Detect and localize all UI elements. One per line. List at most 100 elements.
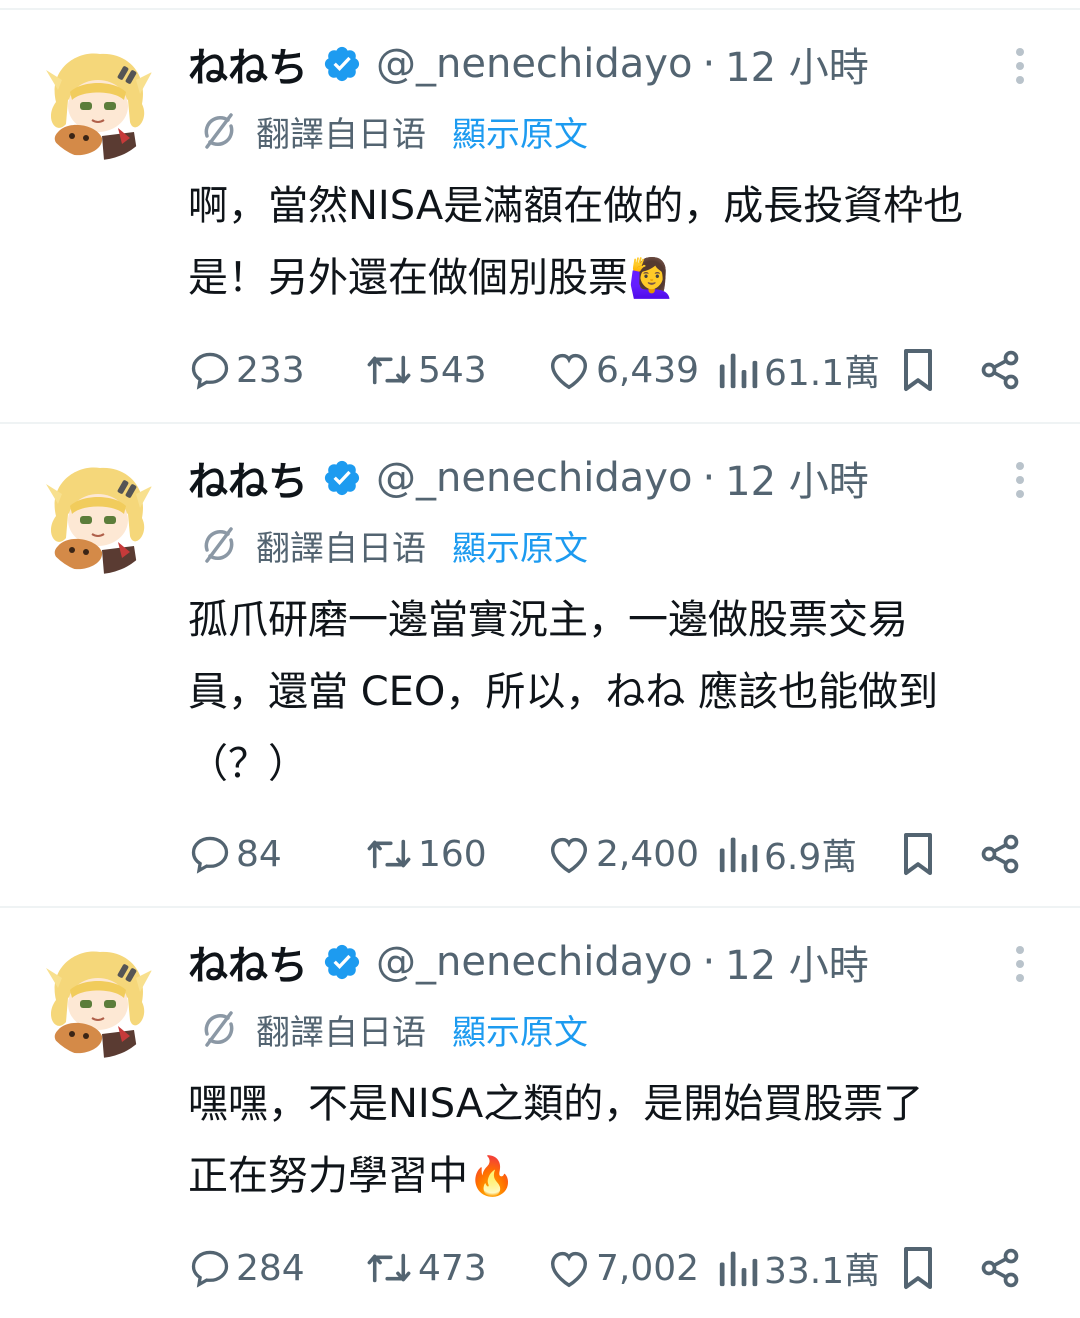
display-name[interactable]: ねねち [188,449,308,507]
tweet-text-line: 孤爪研磨一邊當實況主，一邊做股票交易 [188,597,908,643]
heart-icon [550,837,588,874]
bookmark-button[interactable] [898,340,938,400]
translated-from-label: 翻譯自日语 [256,528,426,569]
share-icon [981,1248,1019,1288]
avatar[interactable] [38,454,158,574]
tweet-text-line: （？） [188,741,308,787]
reply-icon [191,1250,229,1288]
tweet-text-line: 是！另外還在做個別股票🙋‍♀️ [188,255,676,301]
show-original-link[interactable]: 顯示原文 [452,521,588,570]
views-button[interactable]: 6.9萬 [718,824,857,884]
reply-button[interactable]: 284 [188,1238,305,1298]
like-count: 2,400 [596,833,700,875]
tweet-text: 孤爪研磨一邊當實況主，一邊做股票交易 員，還當 CEO，所以，ねね 應該也能做到 （… [188,584,1038,800]
view-count: 61.1萬 [764,353,881,394]
translate-icon [204,1011,234,1047]
tweet[interactable]: ねねち @_nenechidayo · 12 小時 翻譯自日语 顯示原文 嘿嘿，… [0,908,1080,1318]
verified-badge-icon [324,460,360,496]
tweet-text-line: 正在努力學習中🔥 [188,1153,516,1199]
tweet-header: ねねち @_nenechidayo · 12 小時 [188,450,869,506]
retweet-button[interactable]: 543 [364,340,487,400]
bookmark-button[interactable] [898,1238,938,1298]
retweet-icon [367,1253,411,1283]
retweet-count: 160 [418,833,487,875]
share-button[interactable] [978,340,1022,400]
share-button[interactable] [978,824,1022,884]
like-button[interactable]: 6,439 [546,340,699,400]
verified-badge-icon [324,46,360,82]
translated-from-label: 翻譯自日语 [256,1012,426,1053]
translation-bar: 翻譯自日语 顯示原文 [198,1004,588,1054]
retweet-icon [367,839,411,869]
views-icon [719,353,758,389]
tweet-text-line: 嘿嘿，不是NISA之類的，是開始買股票了 [188,1081,924,1127]
share-icon [981,834,1019,874]
more-vertical-icon[interactable] [1006,46,1034,86]
action-bar: 284 473 7,002 33.1萬 [0,1238,1080,1298]
action-bar: 84 160 2,400 6.9萬 [0,824,1080,884]
tweet[interactable]: ねねち @_nenechidayo · 12 小時 翻譯自日语 顯示原文 啊，當… [0,10,1080,422]
translate-icon [204,527,234,563]
tweet-header: ねねち @_nenechidayo · 12 小時 [188,934,869,990]
reply-count: 233 [236,349,305,391]
like-button[interactable]: 2,400 [546,824,699,884]
retweet-count: 543 [418,349,487,391]
heart-icon [550,353,588,390]
user-handle[interactable]: @_nenechidayo [376,939,692,985]
views-icon [719,1251,758,1287]
tweet-header: ねねち @_nenechidayo · 12 小時 [188,36,869,92]
reply-icon [191,836,229,874]
display-name[interactable]: ねねち [188,933,308,991]
translate-icon [204,113,234,149]
share-button[interactable] [978,1238,1022,1298]
view-count: 33.1萬 [764,1251,881,1292]
emoji: 🙋‍♀️ [628,256,676,300]
user-handle[interactable]: @_nenechidayo [376,455,692,501]
separator-dot: · [702,939,716,985]
retweet-button[interactable]: 160 [364,824,487,884]
show-original-link[interactable]: 顯示原文 [452,107,588,156]
timestamp[interactable]: 12 小時 [725,933,869,991]
bookmark-button[interactable] [898,824,938,884]
more-vertical-icon[interactable] [1006,944,1034,984]
retweet-count: 473 [418,1247,487,1289]
reply-count: 84 [236,833,282,875]
bookmark-icon [904,833,932,875]
show-original-link[interactable]: 顯示原文 [452,1005,588,1054]
retweet-icon [367,355,411,385]
tweet-text: 啊，當然NISA是滿額在做的，成長投資枠也 是！另外還在做個別股票🙋‍♀️ [188,170,1038,314]
bookmark-icon [904,1247,932,1289]
heart-icon [550,1251,588,1288]
views-button[interactable]: 33.1萬 [718,1238,880,1298]
reply-button[interactable]: 84 [188,824,282,884]
avatar[interactable] [38,938,158,1058]
like-button[interactable]: 7,002 [546,1238,699,1298]
tweet-text-line: 啊，當然NISA是滿額在做的，成長投資枠也 [188,183,964,229]
views-button[interactable]: 61.1萬 [718,340,880,400]
timestamp[interactable]: 12 小時 [725,449,869,507]
more-vertical-icon[interactable] [1006,460,1034,500]
separator-dot: · [702,41,716,87]
retweet-button[interactable]: 473 [364,1238,487,1298]
display-name[interactable]: ねねち [188,35,308,93]
action-bar: 233 543 6,439 61.1萬 [0,340,1080,400]
avatar[interactable] [38,40,158,160]
like-count: 6,439 [596,349,700,391]
user-handle[interactable]: @_nenechidayo [376,41,692,87]
translation-bar: 翻譯自日语 顯示原文 [198,520,588,570]
views-icon [719,837,758,873]
tweet-text-line: 員，還當 CEO，所以，ねね 應該也能做到 [188,669,939,715]
share-icon [981,350,1019,390]
translated-from-label: 翻譯自日语 [256,114,426,155]
like-count: 7,002 [596,1247,700,1289]
view-count: 6.9萬 [764,837,858,878]
tweet-text: 嘿嘿，不是NISA之類的，是開始買股票了 正在努力學習中🔥 [188,1068,1038,1212]
reply-count: 284 [236,1247,305,1289]
tweet[interactable]: ねねち @_nenechidayo · 12 小時 翻譯自日语 顯示原文 孤爪研… [0,424,1080,906]
translation-bar: 翻譯自日语 顯示原文 [198,106,588,156]
emoji: 🔥 [468,1154,516,1198]
reply-icon [191,352,229,390]
reply-button[interactable]: 233 [188,340,305,400]
verified-badge-icon [324,944,360,980]
timestamp[interactable]: 12 小時 [725,35,869,93]
